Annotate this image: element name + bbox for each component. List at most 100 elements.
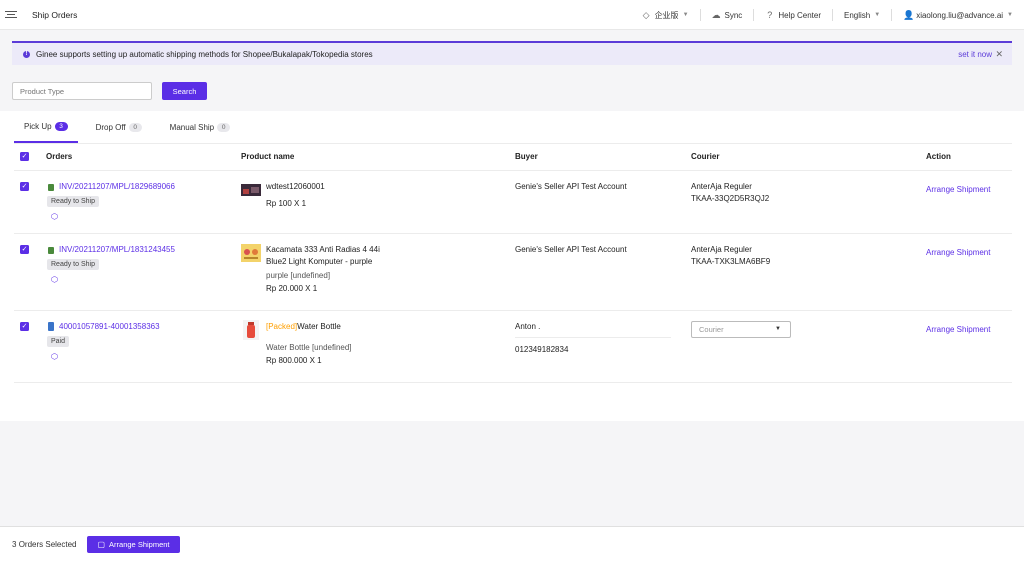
user-menu[interactable]: 👤 xiaolong.liu@advance.ai ▼ xyxy=(891,9,1024,21)
packed-tag: [Packed] xyxy=(266,322,298,331)
chevron-down-icon: ▼ xyxy=(874,12,881,18)
product-type-input[interactable] xyxy=(12,82,152,100)
product-name-text: Water Bottle xyxy=(297,322,341,331)
tracking-number: TKAA-33Q2D5R3QJ2 xyxy=(691,194,770,203)
arrange-shipment-link[interactable]: Arrange Shipment xyxy=(926,248,990,257)
tracking-number: TKAA-TXK3LMA6BF9 xyxy=(691,257,771,266)
product-thumbnail xyxy=(241,244,261,262)
product-variant: purple [undefined] xyxy=(266,271,331,280)
product-thumbnail xyxy=(243,320,259,340)
bulk-arrange-label: Arrange Shipment xyxy=(109,540,170,549)
buyer-name: Genie's Seller API Test Account xyxy=(515,245,627,254)
edition-switch[interactable]: ◇ 企业版 ▼ xyxy=(631,9,700,21)
store-icon xyxy=(48,184,54,191)
row-divider xyxy=(14,233,1012,234)
info-banner: ! Ginee supports setting up automatic sh… xyxy=(12,41,1012,65)
product-name: wdtest12060001 xyxy=(266,182,325,191)
col-header-buyer: Buyer xyxy=(515,152,538,161)
edition-label: 企业版 xyxy=(654,10,679,20)
tab-bar: Pick Up 3 Drop Off 0 Manual Ship 0 xyxy=(14,111,240,143)
row-divider xyxy=(14,170,1012,171)
courier-placeholder: Courier xyxy=(699,325,724,334)
selected-count: 3 Orders Selected xyxy=(12,540,77,549)
sync-button[interactable]: ☁ Sync xyxy=(699,9,754,21)
col-header-orders: Orders xyxy=(46,152,73,161)
product-variant: Water Bottle [undefined] xyxy=(266,343,352,352)
status-badge: Ready to Ship xyxy=(47,196,99,207)
product-name-line1: Kacamata 333 Anti Radias 4 44i xyxy=(266,245,380,254)
info-icon: ! xyxy=(23,50,30,58)
bulk-action-footer: 3 Orders Selected ▢ Arrange Shipment xyxy=(0,526,1024,562)
arrange-shipment-link[interactable]: Arrange Shipment xyxy=(926,325,990,334)
buyer-name: Anton . xyxy=(515,322,541,331)
row-checkbox[interactable]: ✓ xyxy=(20,245,29,254)
user-icon: 👤 xyxy=(903,9,915,20)
sync-label: Sync xyxy=(724,10,743,20)
product-thumbnail xyxy=(241,184,261,196)
product-name: [Packed]Water Bottle xyxy=(266,322,341,331)
row-checkbox[interactable]: ✓ xyxy=(20,322,29,331)
row-divider xyxy=(14,382,1012,383)
buyer-phone: 012349182834 xyxy=(515,345,569,354)
menu-toggle-icon[interactable] xyxy=(5,11,17,18)
tab-pick-up[interactable]: Pick Up 3 xyxy=(14,111,78,143)
close-icon[interactable]: ✕ xyxy=(995,49,1003,60)
product-price: Rp 800.000 X 1 xyxy=(266,356,322,365)
search-button[interactable]: Search xyxy=(162,82,207,100)
courier-name: AnterAja Reguler xyxy=(691,182,752,191)
tab-label: Pick Up xyxy=(24,121,52,131)
header-actions: ◇ 企业版 ▼ ☁ Sync ? Help Center English ▼ 👤… xyxy=(631,0,1024,30)
tab-count-badge: 0 xyxy=(128,122,142,132)
buyer-name: Genie's Seller API Test Account xyxy=(515,182,627,191)
buyer-divider xyxy=(515,337,671,338)
store-icon xyxy=(48,322,54,331)
tab-divider xyxy=(14,143,1012,144)
language-label: English xyxy=(844,10,871,20)
help-label: Help Center xyxy=(778,10,821,20)
store-icon xyxy=(48,247,54,254)
banner-text: Ginee supports setting up automatic ship… xyxy=(36,49,373,59)
help-icon: ? xyxy=(767,9,773,20)
bulk-arrange-shipment-button[interactable]: ▢ Arrange Shipment xyxy=(87,536,180,553)
tag-icon[interactable]: ⬡ xyxy=(51,212,58,221)
order-id-link[interactable]: 40001057891-40001358363 xyxy=(59,322,160,331)
diamond-icon: ◇ xyxy=(642,9,650,20)
top-header: Ship Orders ◇ 企业版 ▼ ☁ Sync ? Help Center… xyxy=(0,0,1024,30)
product-price: Rp 100 X 1 xyxy=(266,199,307,208)
document-icon: ▢ xyxy=(97,540,106,549)
status-badge: Paid xyxy=(47,336,70,347)
tab-label: Manual Ship xyxy=(169,122,215,132)
order-id-link[interactable]: INV/20211207/MPL/1829689066 xyxy=(59,182,175,191)
user-email: xiaolong.liu@advance.ai xyxy=(916,10,1004,20)
status-badge: Ready to Ship xyxy=(47,259,99,270)
product-name-line2: Blue2 Light Komputer - purple xyxy=(266,257,373,266)
tab-manual-ship[interactable]: Manual Ship 0 xyxy=(160,111,240,143)
tag-icon[interactable]: ⬡ xyxy=(51,275,58,284)
set-it-now-link[interactable]: set it now xyxy=(958,50,992,59)
tab-label: Drop Off xyxy=(95,122,126,132)
col-header-product: Product name xyxy=(241,152,295,161)
selected-number: 3 xyxy=(12,540,17,549)
product-price: Rp 20.000 X 1 xyxy=(266,284,318,293)
order-id-link[interactable]: INV/20211207/MPL/1831243455 xyxy=(59,245,175,254)
col-header-action: Action xyxy=(926,152,951,161)
language-switch[interactable]: English ▼ xyxy=(832,9,891,21)
row-divider xyxy=(14,310,1012,311)
cloud-sync-icon: ☁ xyxy=(711,9,721,20)
help-center-link[interactable]: ? Help Center xyxy=(753,9,832,21)
courier-select[interactable]: Courier ▼ xyxy=(691,321,791,338)
select-all-checkbox[interactable]: ✓ xyxy=(20,152,29,161)
row-checkbox[interactable]: ✓ xyxy=(20,182,29,191)
chevron-down-icon: ▼ xyxy=(682,12,689,18)
tab-count-badge: 3 xyxy=(54,121,68,131)
tab-count-badge: 0 xyxy=(217,122,231,132)
courier-name: AnterAja Reguler xyxy=(691,245,752,254)
caret-down-icon: ▼ xyxy=(775,326,781,332)
col-header-courier: Courier xyxy=(691,152,720,161)
tab-drop-off[interactable]: Drop Off 0 xyxy=(86,111,152,143)
page-title: Ship Orders xyxy=(32,9,78,20)
tag-icon[interactable]: ⬡ xyxy=(51,352,58,361)
selected-label: Orders Selected xyxy=(18,540,77,549)
arrange-shipment-link[interactable]: Arrange Shipment xyxy=(926,185,990,194)
orders-panel: Pick Up 3 Drop Off 0 Manual Ship 0 xyxy=(0,111,1024,421)
